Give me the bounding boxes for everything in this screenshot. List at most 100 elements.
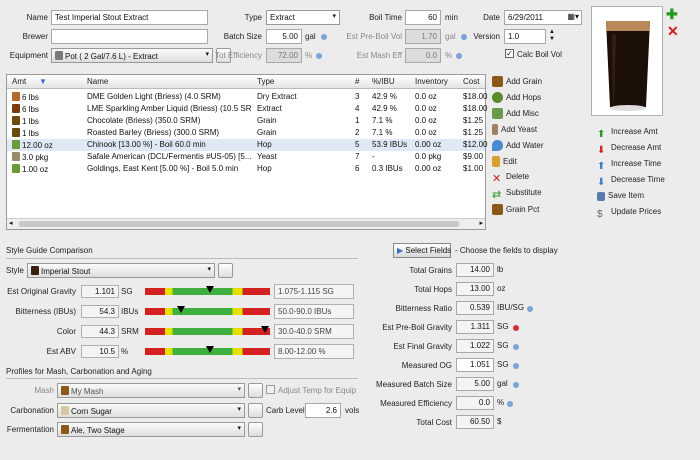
carbonation-select[interactable]: Corn Sugar ▾	[57, 403, 245, 418]
version-spinner[interactable]: ▲ ▼	[547, 29, 557, 44]
date-input[interactable]: 6/29/2011 ▦▾	[504, 10, 582, 25]
unit-toggle-icon[interactable]	[456, 53, 462, 59]
cell-text: 42.9 %	[372, 92, 397, 101]
stat-unit: SG	[497, 341, 509, 350]
add-grain-label: Add Grain	[506, 77, 543, 86]
grain-pct-button[interactable]: Grain Pct	[492, 204, 539, 215]
stat-unit: SG	[497, 360, 509, 369]
equipment-select[interactable]: Pot ( 2 Gal/7.6 L) - Extract ▾	[51, 48, 213, 63]
efficiency-input[interactable]: 72.00	[266, 48, 302, 63]
beer-icon	[31, 266, 39, 275]
cell-text: 0.0 oz	[415, 128, 437, 137]
column-header[interactable]: %/IBU	[372, 77, 395, 86]
stat-value[interactable]: 1.051	[456, 358, 494, 372]
arrow-down-icon: ⬇	[597, 177, 606, 188]
table-row[interactable]: 3.0 pkg Safale American (DCL/Fermentis #U…	[7, 151, 485, 163]
calc-boil-checkbox[interactable]: ✓	[505, 49, 514, 58]
add-grain-button[interactable]: Add Grain	[492, 76, 542, 87]
table-cell-type: Hop	[257, 164, 352, 173]
scrollbar-thumb[interactable]	[19, 221, 459, 227]
boil-time-input[interactable]: 60	[405, 10, 441, 25]
add-misc-button[interactable]: Add Misc	[492, 108, 539, 119]
table-row[interactable]: 1 lbs Chocolate (Briess) (350.0 SRM) Grain…	[7, 115, 485, 127]
stat-value[interactable]: 0.0	[456, 396, 494, 410]
increase-amt-button[interactable]: ⬆ Increase Amt	[597, 127, 658, 140]
pre-boil-label: Est Pre-Boil Vol	[346, 32, 402, 41]
delete-button[interactable]: ✕ Delete	[492, 172, 529, 185]
style-select[interactable]: Imperial Stout ▾	[27, 263, 215, 278]
decrease-amt-label: Decrease Amt	[611, 143, 662, 152]
carbonation-edit-button[interactable]	[248, 403, 263, 418]
stat-value: 1.022	[456, 339, 494, 353]
table-cell-name: Safale American (DCL/Fermentis #US-05) […	[87, 152, 252, 161]
edit-button[interactable]: Edit	[492, 156, 517, 167]
select-fields-button[interactable]: ▶ Select Fields	[393, 243, 451, 258]
unit-toggle-icon[interactable]	[321, 34, 327, 40]
mash-eff-input[interactable]: 0.0	[405, 48, 441, 63]
add-water-button[interactable]: Add Water	[492, 140, 544, 151]
recipe-name-input[interactable]: Test Imperial Stout Extract	[51, 10, 208, 25]
ingredients-table[interactable]: Amt ▼ Name Type # %/IBU Inventory Cost 6…	[6, 74, 487, 230]
table-cell-cost: $1.25	[463, 116, 493, 125]
decrease-time-label: Decrease Time	[611, 175, 665, 184]
pre-boil-input[interactable]: 1.70	[405, 29, 441, 44]
stat-unit: gal	[497, 379, 508, 388]
table-row[interactable]: 6 lbs DME Golden Light (Briess) (4.0 SRM)…	[7, 91, 487, 103]
cell-text: 3	[355, 92, 360, 101]
scroll-left-icon[interactable]: ◂	[9, 219, 13, 227]
column-header[interactable]: Amt	[12, 77, 26, 86]
delete-icon[interactable]: ✕	[667, 23, 679, 40]
column-header[interactable]: Cost	[463, 77, 479, 86]
batch-size-label: Batch Size	[223, 32, 262, 41]
table-row[interactable]: 1.00 oz Goldings, East Kent [5.00 %] - Bo…	[7, 163, 485, 175]
brewer-input[interactable]	[51, 29, 208, 44]
version-input[interactable]: 1.0	[504, 29, 546, 44]
table-row[interactable]: 12.00 oz Chinook [13.00 %] - Boil 60.0 mi…	[7, 139, 487, 151]
style-edit-button[interactable]	[218, 263, 233, 278]
decrease-time-button[interactable]: ⬇ Decrease Time	[597, 175, 665, 188]
cell-text: -	[372, 152, 375, 161]
decrease-amt-button[interactable]: ⬇ Decrease Amt	[597, 143, 661, 156]
column-header[interactable]: Inventory	[415, 77, 448, 86]
cell-text: 6 lbs	[22, 105, 39, 114]
adjust-temp-checkbox[interactable]	[266, 385, 275, 394]
stat-value[interactable]: 5.00	[456, 377, 494, 391]
scroll-right-icon[interactable]: ▸	[479, 219, 483, 227]
fermentation-select[interactable]: Ale, Two Stage ▾	[57, 422, 245, 437]
table-row[interactable]: 6 lbs LME Sparkling Amber Liquid (Briess)…	[7, 103, 487, 115]
table-cell-cost: $9.00	[463, 152, 493, 161]
table-cell-pct: 7.1 %	[372, 116, 414, 125]
add-yeast-button[interactable]: Add Yeast	[492, 124, 537, 135]
calendar-icon[interactable]: ▦▾	[567, 12, 579, 21]
mash-edit-button[interactable]	[248, 383, 263, 398]
add-icon[interactable]: ✚	[666, 6, 678, 23]
type-select[interactable]: Extract ▾	[266, 10, 340, 25]
table-row[interactable]: 1 lbs Roasted Barley (Briess) (300.0 SRM)…	[7, 127, 485, 139]
table-cell-num: 6	[355, 164, 369, 173]
chevron-down-icon: ▾	[332, 13, 336, 20]
column-header[interactable]: Type	[257, 77, 274, 86]
add-hops-button[interactable]: Add Hops	[492, 92, 541, 103]
grain-icon	[492, 76, 503, 87]
column-header[interactable]: #	[355, 77, 359, 86]
save-item-button[interactable]: Save Item	[597, 191, 644, 201]
update-prices-button[interactable]: $ Update Prices	[597, 207, 661, 220]
increase-time-button[interactable]: ⬆ Increase Time	[597, 159, 661, 172]
batch-size-input[interactable]: 5.00	[266, 29, 302, 44]
sort-icon[interactable]: ▼	[39, 77, 47, 86]
horizontal-scrollbar[interactable]: ◂ ▸	[7, 218, 485, 229]
date-value: 6/29/2011	[508, 13, 543, 22]
column-header[interactable]: Name	[87, 77, 108, 86]
substitute-button[interactable]: ⇄ Substitute	[492, 188, 542, 201]
fermentation-edit-button[interactable]	[248, 422, 263, 437]
table-cell-amt: 1 lbs	[12, 116, 84, 126]
boil-time-unit: min	[445, 13, 458, 22]
unit-toggle-icon[interactable]	[316, 53, 322, 59]
profiles-section-title: Profiles for Mash, Carbonation and Aging	[6, 367, 152, 376]
table-cell-type: Extract	[257, 104, 352, 113]
arrow-down-icon: ⬇	[597, 145, 606, 156]
table-cell-inv: 0.0 oz	[415, 92, 461, 101]
mash-select[interactable]: My Mash ▾	[57, 383, 245, 398]
hop-icon	[492, 92, 503, 103]
cell-text: 6	[355, 164, 360, 173]
